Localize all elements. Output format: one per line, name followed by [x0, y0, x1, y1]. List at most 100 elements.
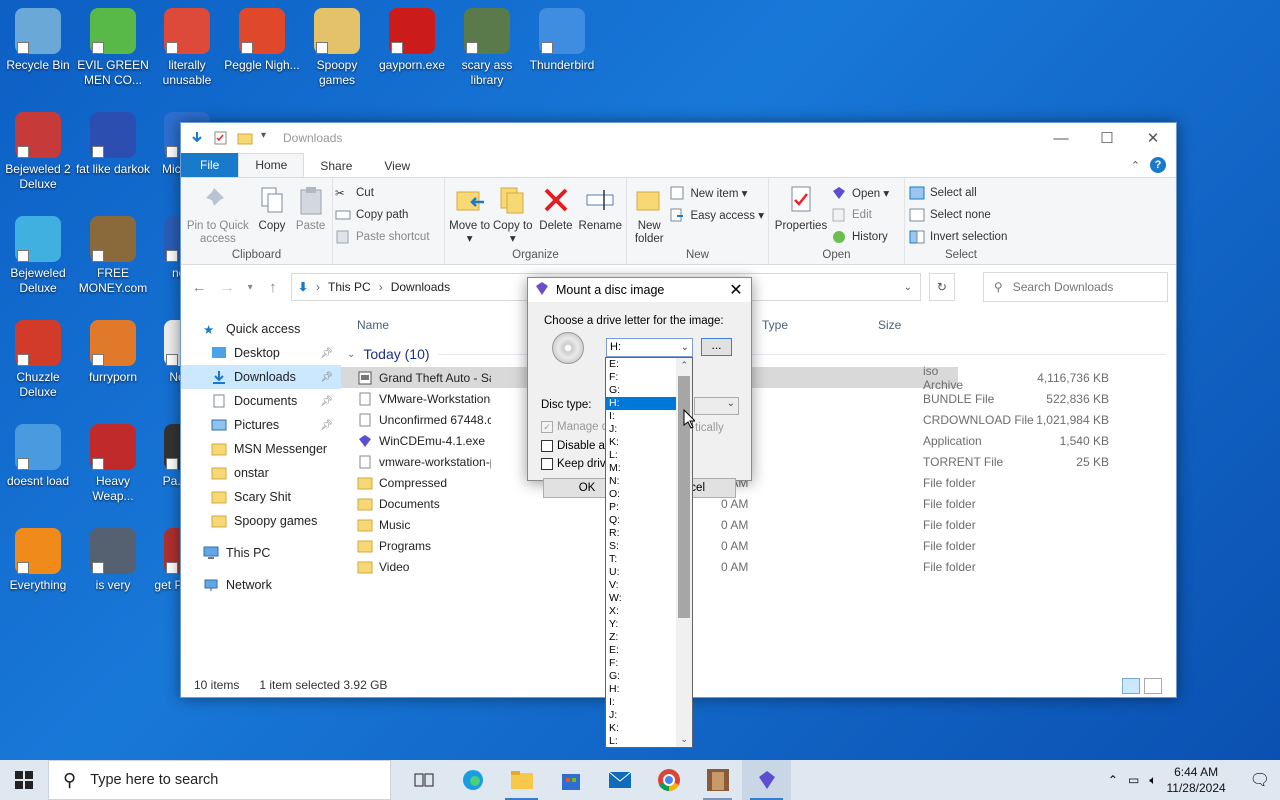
desktop-icon[interactable]: Chuzzle Deluxe: [0, 320, 76, 400]
open-button[interactable]: Open ▾: [831, 184, 889, 202]
drive-letter-option[interactable]: L:: [606, 735, 676, 747]
drive-letter-option[interactable]: U:: [606, 566, 676, 579]
nav-item[interactable]: Scary Shit: [181, 485, 341, 509]
drive-letter-option[interactable]: Q:: [606, 514, 676, 527]
taskbar-search[interactable]: ⚲ Type here to search: [48, 760, 391, 800]
drive-letter-option[interactable]: R:: [606, 527, 676, 540]
desktop-icon[interactable]: Everything: [0, 528, 76, 593]
browse-button[interactable]: ...: [701, 338, 732, 356]
drive-letter-option[interactable]: I:: [606, 696, 676, 709]
pin-icon[interactable]: 📌︎: [320, 396, 333, 407]
close-button[interactable]: ✕: [1130, 123, 1176, 153]
desktop-icon[interactable]: FREE MONEY.com: [75, 216, 151, 296]
file-row[interactable]: WinCDEmu-4.1.exe Application 1,540 KB: [341, 430, 1176, 451]
search-box[interactable]: ⚲ Search Downloads: [982, 272, 1168, 302]
select-none-button[interactable]: Select none: [909, 206, 1007, 224]
notifications-icon[interactable]: 🗨︎: [1250, 770, 1270, 790]
file-row[interactable]: vmware-workstation-pro-17 TORRENT File 25 …: [341, 451, 1176, 472]
drive-letter-option[interactable]: P:: [606, 501, 676, 514]
nav-item[interactable]: onstar: [181, 461, 341, 485]
drive-letter-option[interactable]: J:: [606, 423, 676, 436]
scroll-down-icon[interactable]: ⌄: [680, 734, 688, 745]
desktop-icon[interactable]: Bejeweled 2 Deluxe: [0, 112, 76, 192]
chevron-up-icon[interactable]: ⌃: [1108, 773, 1118, 787]
edit-button[interactable]: Edit: [831, 206, 889, 224]
new-item-button[interactable]: New item ▾: [669, 184, 764, 202]
desktop-icon[interactable]: literally unusable: [149, 8, 225, 88]
desktop-icon[interactable]: is very: [75, 528, 151, 593]
help-icon[interactable]: ?: [1150, 157, 1166, 173]
file-row[interactable]: Music 0 AM File folder: [341, 514, 1176, 535]
select-all-button[interactable]: Select all: [909, 184, 1007, 202]
collapse-ribbon-icon[interactable]: ⌃: [1131, 159, 1140, 172]
desktop-icon[interactable]: Spoopy games: [299, 8, 375, 88]
easy-access-button[interactable]: Easy access ▾: [669, 206, 764, 224]
column-size[interactable]: Size: [878, 318, 901, 332]
drive-letter-option[interactable]: M:: [606, 462, 676, 475]
nav-item[interactable]: Downloads 📌︎: [181, 365, 341, 389]
keep-drive-row[interactable]: Keep drive: [541, 458, 612, 470]
invert-selection-button[interactable]: Invert selection: [909, 228, 1007, 246]
breadcrumb-downloads[interactable]: Downloads: [391, 280, 450, 294]
copy-path-button[interactable]: Copy path: [335, 206, 430, 224]
customize-qa-icon[interactable]: ▾: [261, 130, 271, 146]
refresh-icon[interactable]: ↻: [928, 273, 955, 301]
file-row[interactable]: VMware-Workstation-Full-17 BUNDLE File 522…: [341, 388, 1176, 409]
dialog-close-button[interactable]: ✕: [721, 280, 751, 300]
desktop-icon[interactable]: furryporn: [75, 320, 151, 385]
desktop-icon[interactable]: Heavy Weap...: [75, 424, 151, 504]
drive-letter-option[interactable]: O:: [606, 488, 676, 501]
clock[interactable]: 6:44 AM 11/28/2024: [1167, 764, 1226, 796]
keep-drive-checkbox[interactable]: [541, 458, 553, 470]
drive-letter-option[interactable]: E:: [606, 358, 676, 371]
pin-icon[interactable]: 📌︎: [320, 372, 333, 383]
network-tray-icon[interactable]: ▭: [1128, 773, 1139, 787]
history-button[interactable]: History: [831, 228, 889, 246]
drive-letter-option[interactable]: N:: [606, 475, 676, 488]
disable-autorun-row[interactable]: Disable au: [541, 440, 611, 452]
manage-checkbox-row[interactable]: ✓ Manage d: [541, 421, 608, 433]
nav-this-pc[interactable]: This PC: [181, 541, 341, 565]
tab-home[interactable]: Home: [238, 153, 305, 177]
drive-letter-option[interactable]: G:: [606, 670, 676, 683]
volume-icon[interactable]: 🔈︎: [1149, 773, 1156, 788]
desktop-icon[interactable]: scary ass library: [449, 8, 525, 88]
disable-autorun-checkbox[interactable]: [541, 440, 553, 452]
nav-item[interactable]: Desktop 📌︎: [181, 341, 341, 365]
game-app-icon[interactable]: [693, 760, 742, 800]
forward-icon[interactable]: →: [217, 279, 237, 296]
nav-item[interactable]: Pictures 📌︎: [181, 413, 341, 437]
desktop-icon[interactable]: Recycle Bin: [0, 8, 76, 73]
desktop-icon[interactable]: fat like darkok: [75, 112, 151, 177]
desktop-icon[interactable]: EVIL GREEN MEN CO...: [75, 8, 151, 88]
drive-letter-option[interactable]: G:: [606, 384, 676, 397]
drive-letter-option[interactable]: X:: [606, 605, 676, 618]
drive-letter-option[interactable]: K:: [606, 436, 676, 449]
pin-icon[interactable]: 📌︎: [320, 420, 333, 431]
recent-locations-icon[interactable]: ▾: [246, 282, 255, 293]
file-row[interactable]: Documents 0 AM File folder: [341, 493, 1176, 514]
file-row[interactable]: Unconfirmed 67448.crdownl CRDOWNLOAD File…: [341, 409, 1176, 430]
file-row[interactable]: Compressed0 AMFile folder: [341, 472, 1176, 493]
drive-letter-option[interactable]: Z:: [606, 631, 676, 644]
scroll-up-icon[interactable]: ⌃: [680, 360, 688, 371]
details-view-icon[interactable]: [1122, 678, 1140, 694]
drive-letter-dropdown[interactable]: E: F: G: H: I: J: K: L: M: N: O: P: Q: R: S: T: U: V: W: X:…: [605, 357, 693, 748]
drive-letter-option[interactable]: Y:: [606, 618, 676, 631]
drive-letter-option[interactable]: V:: [606, 579, 676, 592]
breadcrumb-this-pc[interactable]: This PC: [328, 280, 371, 294]
drive-letter-option[interactable]: L:: [606, 449, 676, 462]
drive-letter-option[interactable]: J:: [606, 709, 676, 722]
paste-shortcut-button[interactable]: Paste shortcut: [335, 228, 430, 246]
minimize-button[interactable]: —: [1038, 123, 1084, 153]
tab-share[interactable]: Share: [304, 155, 368, 177]
nav-item[interactable]: MSN Messenger: [181, 437, 341, 461]
tab-view[interactable]: View: [368, 155, 426, 177]
desktop-icon[interactable]: doesnt load: [0, 424, 76, 489]
back-icon[interactable]: ←: [189, 279, 209, 296]
properties-quick-icon[interactable]: [213, 130, 229, 146]
chrome-icon[interactable]: [644, 760, 693, 800]
drive-letter-option[interactable]: F:: [606, 371, 676, 384]
drive-letter-option[interactable]: I:: [606, 410, 676, 423]
disc-type-select[interactable]: ⌄: [694, 397, 739, 415]
